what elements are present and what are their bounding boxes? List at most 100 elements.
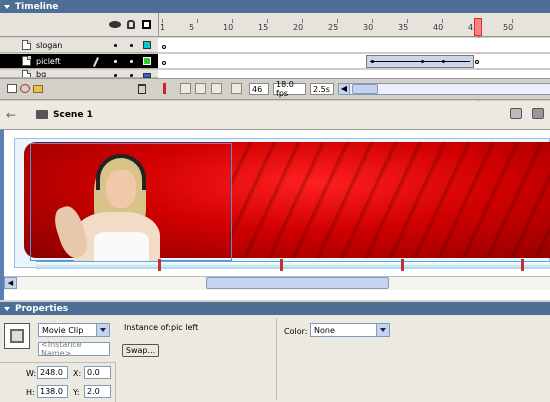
timeline-scroll-thumb[interactable] [352,84,378,94]
color-label: Color: [284,327,308,336]
color-effect-value: None [314,325,335,335]
banner-texture [230,142,550,258]
elapsed-time-field[interactable]: 2.5s [310,83,334,95]
swap-button[interactable]: Swap... [122,344,159,357]
playhead[interactable] [474,18,482,36]
timeline-scroll-left-button[interactable]: ◀ [338,83,350,95]
timeline-hscrollbar[interactable] [350,83,550,95]
frame-rate-field[interactable]: 18.0 fps [273,80,306,98]
lock-dot[interactable] [130,44,133,47]
frame-number: 35 [398,23,409,32]
center-frame-icon[interactable] [163,83,166,94]
collapse-triangle-icon[interactable] [4,4,10,9]
chevron-down-icon [376,324,389,336]
instance-of-value: pic left [171,323,199,332]
frame-number: 5 [189,23,195,32]
back-arrow-icon[interactable]: ← [6,108,16,122]
frame-number: 10 [223,23,234,32]
layer-name: bg [36,70,47,78]
top-shape [94,232,149,262]
x-label: X: [73,369,82,378]
person-photo [44,150,164,262]
frame-ruler[interactable] [158,13,550,37]
strip-marker [401,259,404,271]
modify-onion-markers-icon[interactable] [231,83,242,94]
frame-number: 15 [258,23,269,32]
properties-divider [276,318,277,400]
layer-row-slogan[interactable]: slogan [0,38,158,53]
edit-symbols-icon[interactable] [510,108,522,119]
width-field[interactable]: 248.0 [37,366,68,379]
empty-keyframe[interactable] [162,61,166,65]
visibility-dot[interactable] [114,74,117,77]
onion-skin-icon[interactable] [180,83,191,94]
frame-number: 30 [363,23,374,32]
frames-picleft[interactable] [158,54,550,69]
visibility-dot[interactable] [114,44,117,47]
scene-icon [36,110,48,119]
properties-title: Properties [15,303,69,314]
visibility-dot[interactable] [114,60,117,63]
y-field[interactable]: 2.0 [84,385,111,398]
stage-scroll-thumb[interactable] [206,277,389,289]
tween-arrow [370,61,470,62]
instance-name-field[interactable]: <Instance Name> [38,340,110,358]
edit-multiple-frames-icon[interactable] [211,83,222,94]
movie-clip-symbol-icon [4,323,30,349]
banner-bottom-strip [36,261,550,269]
y-label: Y: [73,388,80,397]
symbol-type-value: Movie Clip [42,325,84,335]
scene-label[interactable]: Scene 1 [53,110,93,120]
layer-icon [22,70,31,77]
layer-row-bg[interactable]: bg [0,70,158,78]
add-layer-icon[interactable] [7,84,17,93]
strip-marker [280,259,283,271]
onion-skin-outlines-icon[interactable] [195,83,206,94]
lock-dot[interactable] [130,60,133,63]
frame-number: 40 [433,23,444,32]
layer-name: picleft [36,56,61,66]
insert-folder-icon[interactable] [33,85,43,93]
frame-number: 20 [293,23,304,32]
eye-icon[interactable] [109,21,121,28]
keyframe[interactable] [442,60,445,63]
height-field[interactable]: 138.0 [37,385,68,398]
collapse-triangle-icon[interactable] [4,306,10,311]
layer-icon [22,40,31,50]
strip-marker [158,259,161,271]
keyframe[interactable] [421,60,424,63]
frame-number: 50 [503,23,514,32]
strip-marker [521,259,524,271]
empty-keyframe[interactable] [162,45,166,49]
keyframe[interactable] [371,60,374,63]
outline-color-swatch[interactable] [143,57,151,65]
headphones-shape [96,154,146,190]
outline-icon[interactable] [142,20,151,29]
color-effect-select[interactable]: None [310,323,390,337]
layer-row-picleft[interactable]: picleft [0,54,158,69]
outline-color-swatch[interactable] [143,41,151,49]
instance-of-label: Instance of: [124,323,171,332]
timeline-panel-header[interactable]: Timeline [0,0,550,13]
empty-keyframe[interactable] [475,60,479,64]
w-label: W: [26,369,37,378]
h-label: H: [26,388,35,397]
add-motion-guide-icon[interactable] [20,84,30,93]
frame-number: 25 [328,23,339,32]
symbol-type-select[interactable]: Movie Clip [38,323,110,337]
current-frame-field[interactable]: 46 [249,83,269,95]
ruler-tick [197,19,198,23]
stage-scroll-left-button[interactable]: ◀ [4,277,17,289]
frames-slogan[interactable] [158,38,550,53]
timeline-title: Timeline [15,1,59,12]
lock-icon[interactable] [127,20,135,29]
chevron-down-icon [96,324,109,336]
layer-icon [22,56,31,66]
frames-bg[interactable] [158,70,550,78]
trash-icon[interactable] [138,84,146,94]
lock-dot[interactable] [130,74,133,77]
edit-scene-icon[interactable] [532,108,544,119]
frame-number: 1 [160,23,166,32]
x-field[interactable]: 0.0 [84,366,111,379]
properties-panel-header[interactable]: Properties [0,302,550,315]
